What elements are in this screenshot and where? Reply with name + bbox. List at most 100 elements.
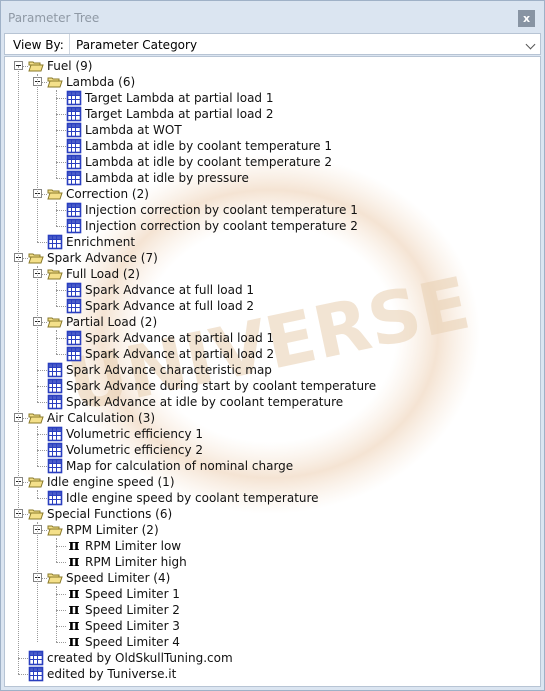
tree-node-label: RPM Limiter (2) [66, 523, 159, 537]
tree-folder-node[interactable]: Spark Advance (7) [5, 250, 540, 266]
tree-leaf-node[interactable]: π Speed Limiter 4 [5, 634, 540, 650]
tree-leaf-node[interactable]: Lambda at idle by pressure [5, 170, 540, 186]
table-icon [47, 378, 63, 394]
tree-leaf-node[interactable]: π Speed Limiter 1 [5, 586, 540, 602]
tree-node-label: Partial Load (2) [66, 315, 158, 329]
tree-node-label: Target Lambda at partial load 1 [85, 91, 274, 105]
tree-node-label: Injection correction by coolant temperat… [85, 203, 358, 217]
close-button[interactable]: x [518, 10, 535, 27]
view-by-dropdown[interactable]: Parameter Category [69, 34, 540, 54]
tree-leaf-node[interactable]: Idle engine speed by coolant temperature [5, 490, 540, 506]
tree-leaf-node[interactable]: π Speed Limiter 3 [5, 618, 540, 634]
tree-leaf-node[interactable]: π RPM Limiter high [5, 554, 540, 570]
tree-node-label: created by OldSkullTuning.com [47, 651, 233, 665]
tree-node-label: Speed Limiter 4 [85, 635, 180, 649]
tree-connector [56, 330, 57, 354]
table-icon [66, 202, 82, 218]
tree-node-label: Spark Advance at full load 2 [85, 299, 255, 313]
tree-leaf-node[interactable]: Volumetric efficiency 2 [5, 442, 540, 458]
close-icon: x [522, 12, 531, 25]
pi-icon: π [68, 552, 80, 570]
folder-open-icon [47, 570, 63, 586]
view-by-value: Parameter Category [76, 38, 198, 52]
folder-open-icon [28, 474, 44, 490]
tree-node-label: Fuel (9) [47, 59, 93, 73]
tree-node-label: edited by Tuniverse.it [47, 667, 177, 681]
table-icon [47, 234, 63, 250]
pi-icon: π [68, 632, 80, 650]
tree-node-label: Idle engine speed (1) [47, 475, 175, 489]
table-icon [66, 346, 82, 362]
parameter-tree[interactable]: UNIVERSE Fuel (9) Lambda (6) Target Lambda… [4, 56, 541, 687]
table-icon [47, 458, 63, 474]
tree-node-label: Spark Advance during start by coolant te… [66, 379, 377, 393]
tree-folder-node[interactable]: Correction (2) [5, 186, 540, 202]
tree-leaf-node[interactable]: Volumetric efficiency 1 [5, 426, 540, 442]
table-icon [66, 138, 82, 154]
tree-node-label: RPM Limiter high [85, 555, 187, 569]
tree-leaf-node[interactable]: Lambda at idle by coolant temperature 1 [5, 138, 540, 154]
tree-node-label: Air Calculation (3) [47, 411, 156, 425]
view-by-label: View By: [13, 38, 64, 52]
tree-folder-node[interactable]: Air Calculation (3) [5, 410, 540, 426]
tree-leaf-node[interactable]: Injection correction by coolant temperat… [5, 202, 540, 218]
tree-connector [37, 266, 38, 402]
tree-leaf-node[interactable]: Target Lambda at partial load 1 [5, 90, 540, 106]
table-icon [47, 394, 63, 410]
tree-leaf-node[interactable]: edited by Tuniverse.it [5, 666, 540, 682]
table-icon [47, 426, 63, 442]
tree-connector [56, 538, 57, 562]
tree-leaf-node[interactable]: Map for calculation of nominal charge [5, 458, 540, 474]
tree-node-label: Full Load (2) [66, 267, 140, 281]
folder-open-icon [47, 522, 63, 538]
tree-leaf-node[interactable]: Spark Advance at full load 2 [5, 298, 540, 314]
tree-folder-node[interactable]: RPM Limiter (2) [5, 522, 540, 538]
tree-node-label: Lambda at idle by coolant temperature 2 [85, 155, 332, 169]
tree-leaf-node[interactable]: Spark Advance at partial load 1 [5, 330, 540, 346]
tree-node-label: Correction (2) [66, 187, 149, 201]
tree-leaf-node[interactable]: Spark Advance at partial load 2 [5, 346, 540, 362]
tree-connector [37, 74, 38, 242]
table-icon [66, 170, 82, 186]
folder-open-icon [28, 506, 44, 522]
tree-node-label: Spark Advance at partial load 1 [85, 331, 275, 345]
tree-node-label: Speed Limiter (4) [66, 571, 171, 585]
tree-leaf-node[interactable]: created by OldSkullTuning.com [5, 650, 540, 666]
tree-folder-node[interactable]: Special Functions (6) [5, 506, 540, 522]
tree-leaf-node[interactable]: Spark Advance during start by coolant te… [5, 378, 540, 394]
tree-leaf-node[interactable]: Enrichment [5, 234, 540, 250]
tree-leaf-node[interactable]: Lambda at WOT [5, 122, 540, 138]
tree-connector [18, 66, 19, 674]
tree-leaf-node[interactable]: π RPM Limiter low [5, 538, 540, 554]
table-icon [66, 90, 82, 106]
tree-leaf-node[interactable]: Target Lambda at partial load 2 [5, 106, 540, 122]
table-icon [47, 442, 63, 458]
tree-node-label: Spark Advance at partial load 2 [85, 347, 275, 361]
parameter-tree-panel: Parameter Tree x View By: Parameter Cate… [0, 0, 545, 691]
tree-leaf-node[interactable]: Spark Advance at idle by coolant tempera… [5, 394, 540, 410]
tree-leaf-node[interactable]: Lambda at idle by coolant temperature 2 [5, 154, 540, 170]
tree-connector [37, 426, 38, 466]
tree-nodes: Fuel (9) Lambda (6) Target Lambda at parti… [5, 57, 540, 686]
tree-folder-node[interactable]: Fuel (9) [5, 58, 540, 74]
tree-node-label: Spark Advance characteristic map [66, 363, 272, 377]
tree-leaf-node[interactable]: Spark Advance at full load 1 [5, 282, 540, 298]
tree-folder-node[interactable]: Speed Limiter (4) [5, 570, 540, 586]
tree-folder-node[interactable]: Partial Load (2) [5, 314, 540, 330]
tree-node-label: Target Lambda at partial load 2 [85, 107, 274, 121]
table-icon [47, 490, 63, 506]
tree-folder-node[interactable]: Lambda (6) [5, 74, 540, 90]
folder-open-icon [47, 266, 63, 282]
tree-leaf-node[interactable]: Injection correction by coolant temperat… [5, 218, 540, 234]
chevron-down-icon[interactable] [525, 39, 536, 50]
tree-folder-node[interactable]: Idle engine speed (1) [5, 474, 540, 490]
tree-leaf-node[interactable]: π Speed Limiter 2 [5, 602, 540, 618]
tree-node-label: Lambda at WOT [85, 123, 182, 137]
tree-node-label: Special Functions (6) [47, 507, 173, 521]
table-icon [66, 298, 82, 314]
tree-leaf-node[interactable]: Spark Advance characteristic map [5, 362, 540, 378]
tree-connector [56, 90, 57, 178]
tree-folder-node[interactable]: Full Load (2) [5, 266, 540, 282]
tree-connector [56, 586, 57, 642]
tree-connector [56, 202, 57, 226]
